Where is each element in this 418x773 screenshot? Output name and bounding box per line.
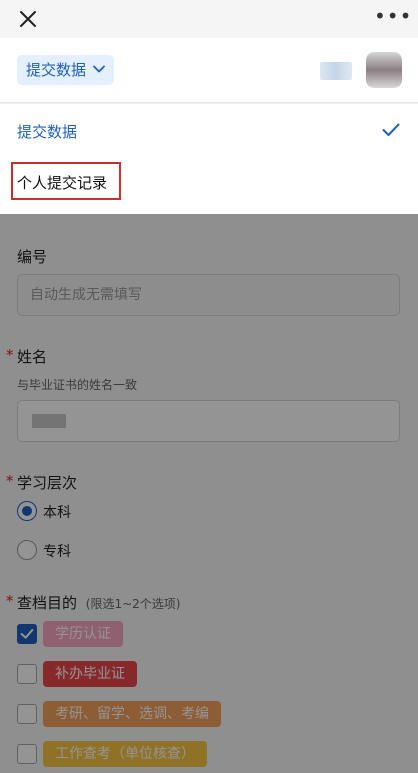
- avatar[interactable]: [366, 52, 402, 88]
- menu-item-label: 个人提交记录: [17, 174, 108, 192]
- overlay-mask[interactable]: [0, 214, 418, 773]
- menu-item-label: 提交数据: [17, 123, 78, 141]
- header: 提交数据: [0, 38, 418, 103]
- more-options-icon[interactable]: •••: [374, 6, 411, 30]
- view-selector-label: 提交数据: [26, 61, 87, 79]
- menu-item-submit-data[interactable]: 提交数据: [0, 104, 418, 158]
- blurred-user-name: [320, 62, 352, 80]
- menu-item-personal-records[interactable]: 个人提交记录: [0, 159, 418, 213]
- close-icon[interactable]: [16, 7, 40, 31]
- top-bar: •••: [0, 0, 418, 38]
- dropdown-menu: 提交数据 个人提交记录: [0, 104, 418, 214]
- view-selector-button[interactable]: 提交数据: [17, 55, 115, 85]
- checkmark-icon: [382, 123, 400, 136]
- chevron-down-icon: [93, 65, 105, 73]
